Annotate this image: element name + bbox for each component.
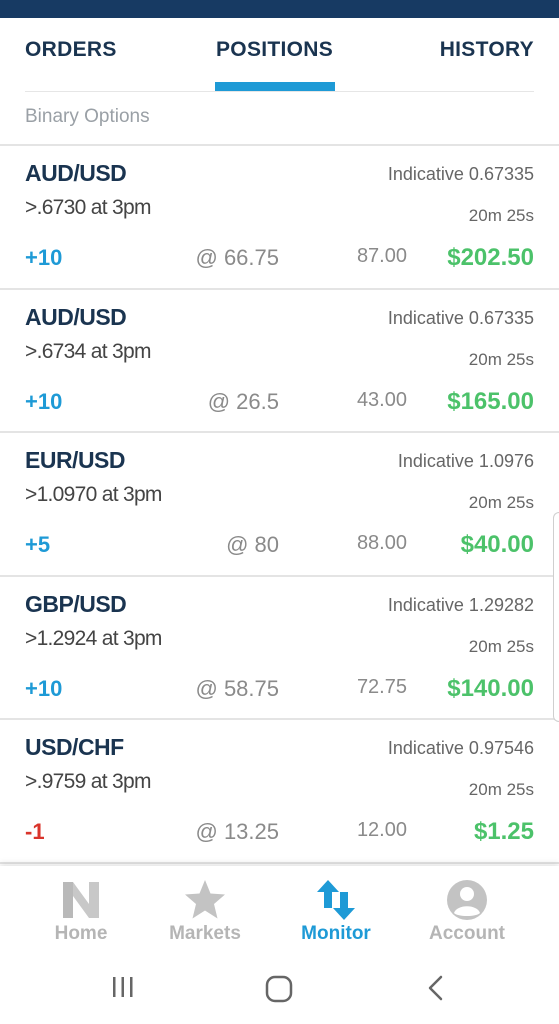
indicative-price: Indicative 1.29282 (387, 594, 534, 615)
position-quantity: -1 (25, 819, 45, 844)
status-bar (0, 0, 559, 18)
back-button-icon[interactable] (424, 974, 448, 1002)
position-quantity: +5 (25, 532, 51, 557)
current-bid: 72.75 (356, 675, 407, 698)
position-row[interactable]: AUD/USD Indicative 0.67335 >.6734 at 3pm… (0, 290, 559, 433)
tab-history[interactable]: HISTORY (440, 38, 534, 62)
strike-condition: >.9759 at 3pm (25, 770, 151, 793)
nav-home[interactable]: Home (11, 866, 151, 956)
home-button-icon[interactable] (264, 974, 294, 1004)
nav-markets-label: Markets (169, 923, 241, 944)
position-value: $1.25 (473, 818, 534, 845)
tab-orders[interactable]: ORDERS (25, 38, 117, 62)
expiry-timer: 20m 25s (468, 636, 534, 656)
position-quantity: +10 (25, 245, 63, 270)
strike-condition: >1.0970 at 3pm (25, 483, 162, 506)
strike-condition: >1.2924 at 3pm (25, 626, 162, 650)
user-icon (447, 880, 487, 920)
recent-apps-icon[interactable] (110, 974, 136, 1000)
bottom-navigation: Home Markets Monitor Account (0, 866, 559, 956)
nav-monitor[interactable]: Monitor (266, 866, 406, 956)
current-bid: 12.00 (356, 819, 407, 841)
position-value: $40.00 (460, 531, 534, 558)
positions-list: AUD/USD Indicative 0.67335 >.6730 at 3pm… (0, 144, 559, 864)
entry-price: @ 13.25 (195, 819, 280, 844)
indicative-price: Indicative 1.0976 (397, 451, 534, 471)
position-value: $165.00 (447, 387, 534, 415)
currency-pair: EUR/USD (25, 447, 126, 473)
position-quantity: +10 (25, 675, 63, 701)
expiry-timer: 20m 25s (468, 780, 534, 799)
expiry-timer: 20m 25s (468, 206, 534, 225)
entry-price: @ 58.75 (195, 675, 280, 701)
current-bid: 87.00 (356, 245, 407, 267)
currency-pair: AUD/USD (25, 303, 127, 330)
n-logo-icon (63, 882, 99, 918)
currency-pair: AUD/USD (25, 160, 127, 186)
current-bid: 88.00 (356, 532, 407, 554)
current-bid: 43.00 (356, 388, 407, 411)
position-row[interactable]: EUR/USD Indicative 1.0976 >1.0970 at 3pm… (0, 433, 559, 577)
entry-price: @ 26.5 (207, 388, 279, 414)
section-header: Binary Options (0, 92, 559, 144)
entry-price: @ 80 (226, 532, 279, 557)
position-row[interactable]: USD/CHF Indicative 0.97546 >.9759 at 3pm… (0, 720, 559, 864)
nav-account-label: Account (429, 923, 505, 944)
position-quantity: +10 (25, 388, 63, 414)
nav-home-label: Home (54, 923, 108, 944)
section-label: Binary Options (25, 106, 150, 127)
indicative-price: Indicative 0.67335 (387, 164, 534, 184)
strike-condition: >.6730 at 3pm (25, 196, 151, 219)
expiry-timer: 20m 25s (468, 493, 534, 512)
nav-account[interactable]: Account (397, 866, 537, 956)
nav-markets[interactable]: Markets (135, 866, 275, 956)
tab-positions[interactable]: POSITIONS (216, 38, 333, 62)
position-row[interactable]: AUD/USD Indicative 0.67335 >.6730 at 3pm… (0, 146, 559, 290)
position-value: $202.50 (447, 244, 534, 271)
position-value: $140.00 (447, 674, 534, 702)
nav-monitor-label: Monitor (301, 923, 371, 944)
tab-bar: ORDERS POSITIONS HISTORY (0, 18, 559, 92)
indicative-price: Indicative 0.67335 (387, 307, 534, 328)
star-icon (185, 880, 225, 919)
system-navigation-bar (0, 956, 559, 1024)
active-tab-indicator (215, 82, 335, 91)
scroll-handle[interactable] (553, 512, 559, 722)
entry-price: @ 66.75 (195, 245, 280, 270)
expiry-timer: 20m 25s (468, 349, 534, 369)
currency-pair: GBP/USD (25, 590, 127, 617)
up-down-arrows-icon (317, 880, 355, 920)
strike-condition: >.6734 at 3pm (25, 339, 151, 363)
position-row[interactable]: GBP/USD Indicative 1.29282 >1.2924 at 3p… (0, 577, 559, 720)
indicative-price: Indicative 0.97546 (387, 738, 534, 758)
currency-pair: USD/CHF (25, 734, 124, 760)
